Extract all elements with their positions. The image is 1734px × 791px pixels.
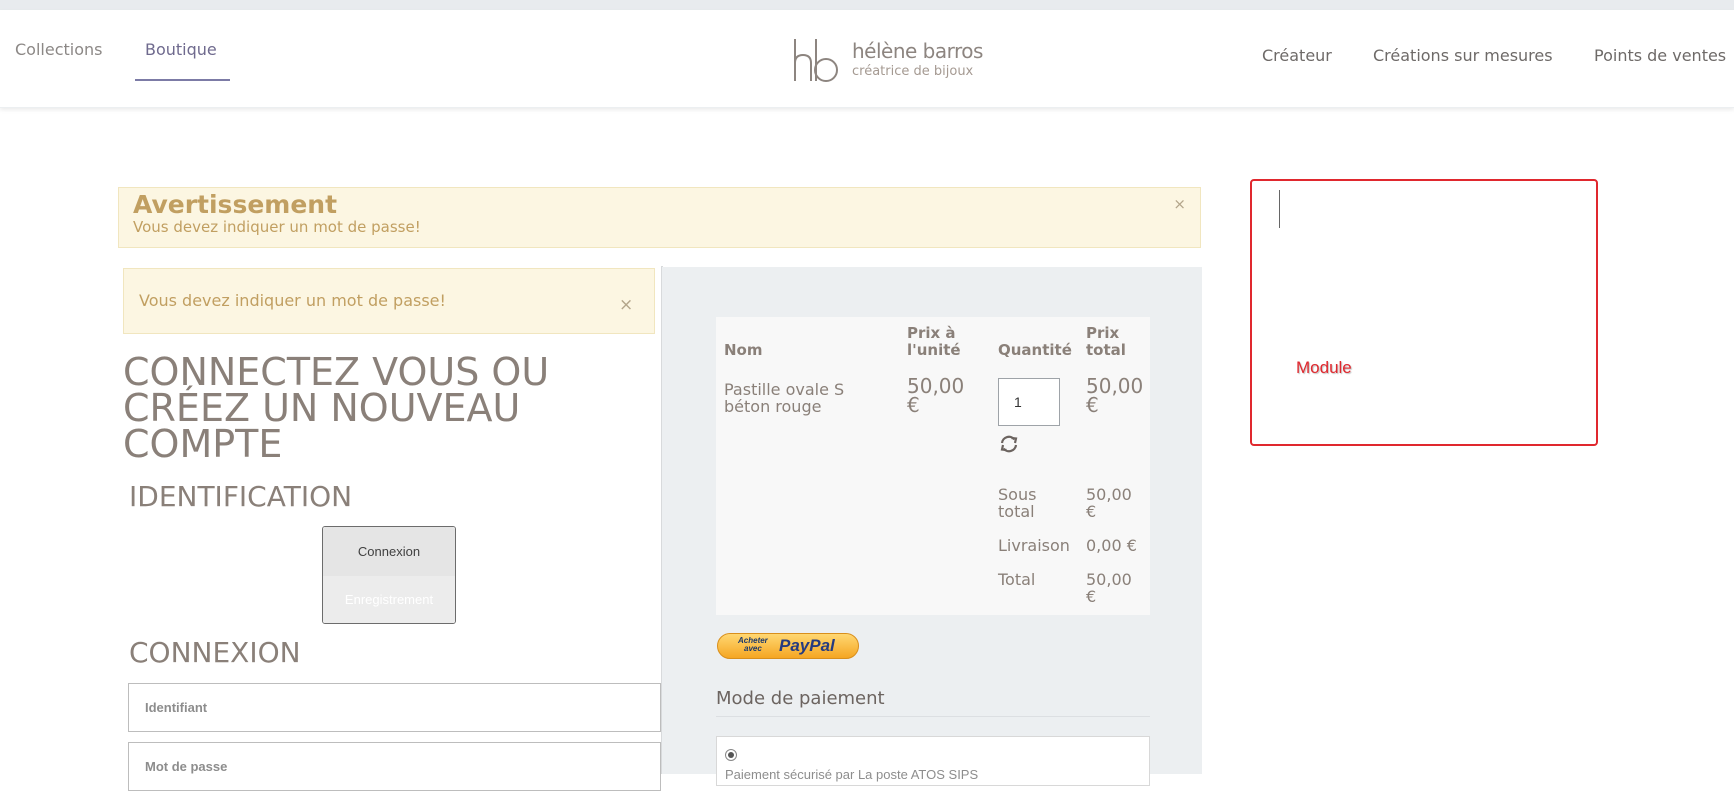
logo-tagline: créatrice de bijoux — [852, 64, 974, 79]
password-alert-message: Vous devez indiquer un mot de passe! — [139, 291, 446, 310]
site-logo[interactable]: hélène barros créatrice de bijoux — [790, 33, 990, 85]
item-unit-price: 50,00 € — [907, 374, 965, 417]
password-alert: Vous devez indiquer un mot de passe! × — [123, 268, 655, 334]
warning-alert: Avertissement Vous devez indiquer un mot… — [118, 187, 1201, 248]
nav-points-de-ventes[interactable]: Points de ventes — [1594, 46, 1726, 65]
nav-collections[interactable]: Collections — [15, 40, 102, 59]
payment-option-label: Paiement sécurisé par La poste ATOS SIPS — [725, 767, 979, 782]
login-mode-toggle: Connexion Enregistrement — [322, 526, 456, 624]
password-input[interactable] — [128, 742, 661, 791]
register-button[interactable]: Enregistrement — [323, 576, 455, 623]
connexion-heading: CONNEXION — [129, 636, 301, 669]
shipping-label: Livraison — [998, 536, 1070, 555]
paypal-checkout-button[interactable]: Acheter avec PayPal — [717, 633, 859, 659]
total-value: 50,00 € — [1086, 570, 1132, 606]
payment-radio[interactable] — [725, 749, 737, 761]
close-icon[interactable]: × — [619, 295, 633, 315]
quantity-input[interactable] — [998, 378, 1060, 426]
paypal-logo: PayPal — [779, 636, 835, 655]
total-label: Total — [998, 570, 1036, 589]
nav-boutique[interactable]: Boutique — [145, 40, 217, 59]
nav-createur[interactable]: Créateur — [1262, 46, 1332, 65]
page-title: CONNECTEZ VOUS OU CRÉEZ UN NOUVEAU COMPT… — [123, 350, 550, 466]
subtotal-value: 50,00 € — [1086, 485, 1132, 521]
username-input[interactable] — [128, 683, 661, 732]
logo-name: hélène barros — [852, 39, 983, 63]
module-label: Module — [1296, 358, 1352, 377]
divider — [716, 716, 1150, 717]
site-header: Collections Boutique hélène barros créat… — [0, 10, 1734, 108]
payment-option[interactable]: Paiement sécurisé par La poste ATOS SIPS — [716, 736, 1150, 786]
col-header-unit-price: Prix à l'unité — [907, 324, 961, 359]
subtotal-label: Sous total — [998, 485, 1037, 521]
cart-panel: Nom Prix à l'unité Quantité Prix total P… — [662, 267, 1202, 786]
identification-heading: IDENTIFICATION — [129, 480, 353, 513]
cart-table: Nom Prix à l'unité Quantité Prix total P… — [716, 317, 1150, 615]
payment-method-heading: Mode de paiement — [716, 688, 885, 709]
col-header-total: Prix total — [1086, 324, 1126, 359]
item-total: 50,00 € — [1086, 374, 1144, 417]
col-header-name: Nom — [724, 341, 763, 359]
hb-monogram-icon — [794, 39, 838, 82]
active-nav-underline — [135, 79, 230, 81]
module-placeholder[interactable]: Module — [1250, 179, 1598, 446]
warning-alert-message: Vous devez indiquer un mot de passe! — [133, 218, 421, 236]
item-name: Pastille ovale S béton rouge — [724, 380, 845, 416]
col-header-quantity: Quantité — [998, 341, 1072, 359]
login-column: Vous devez indiquer un mot de passe! × C… — [118, 266, 663, 791]
close-icon[interactable]: × — [1173, 195, 1186, 213]
top-strip — [0, 0, 1734, 10]
nav-creations-sur-mesures[interactable]: Créations sur mesures — [1373, 46, 1553, 65]
warning-alert-title: Avertissement — [133, 190, 338, 219]
paypal-small-text: Acheter avec — [738, 636, 768, 653]
text-caret — [1279, 190, 1280, 228]
connexion-button[interactable]: Connexion — [323, 527, 455, 577]
refresh-icon[interactable] — [999, 434, 1019, 454]
shipping-value: 0,00 € — [1086, 536, 1137, 555]
